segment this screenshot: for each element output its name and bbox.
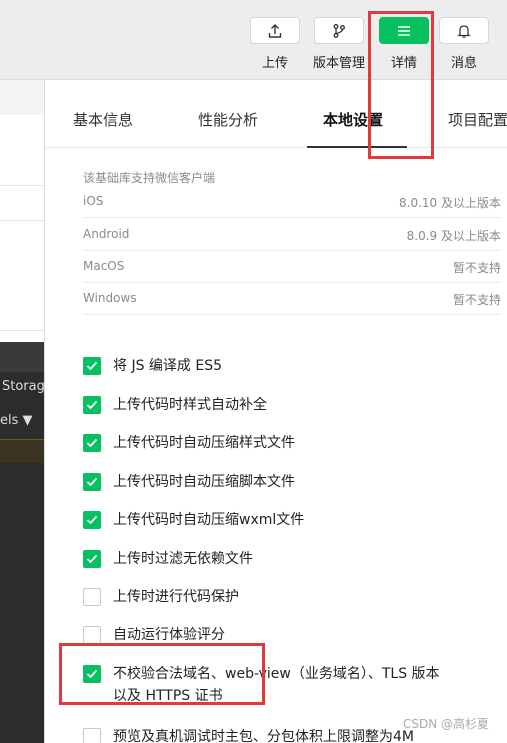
messages-button[interactable]: 消息 — [437, 17, 491, 71]
option-label: 上传代码时自动压缩样式文件 — [113, 435, 295, 451]
upload-icon — [250, 17, 300, 44]
checkbox-checked[interactable] — [83, 550, 101, 568]
editor-tabbar — [0, 80, 44, 115]
upload-label: 上传 — [261, 56, 288, 71]
divider — [0, 185, 44, 186]
option-label: 上传代码时样式自动补全 — [113, 397, 267, 413]
details-tabs: 基本信息 性能分析 本地设置 项目配置 — [45, 80, 507, 148]
version-management-label: 版本管理 — [312, 56, 365, 71]
platform-version: 8.0.9 及以上版本 — [406, 229, 501, 243]
platform-version: 8.0.10 及以上版本 — [399, 196, 501, 210]
checkbox-checked[interactable] — [83, 434, 101, 452]
platform-version: 暂不支持 — [452, 293, 501, 307]
levels-dropdown[interactable]: els ▼ — [0, 413, 33, 428]
option-minify-script[interactable]: 上传代码时自动压缩脚本文件 — [83, 473, 453, 493]
checkbox-unchecked[interactable] — [83, 626, 101, 644]
option-filter-unused[interactable]: 上传时过滤无依赖文件 — [83, 550, 453, 570]
option-label: 上传代码时自动压缩脚本文件 — [113, 474, 295, 490]
warning-row — [0, 439, 44, 463]
option-package-limit-4m[interactable]: 预览及真机调试时主包、分包体积上限调整为4M — [83, 728, 453, 743]
platform-name: iOS — [83, 194, 104, 208]
devtools-panel — [0, 342, 44, 743]
bell-icon — [439, 17, 489, 44]
platform-name: Android — [83, 227, 130, 241]
version-management-button[interactable]: 版本管理 — [312, 17, 366, 71]
tab-basic-info[interactable]: 基本信息 — [73, 109, 133, 130]
option-minify-style[interactable]: 上传代码时自动压缩样式文件 — [83, 434, 453, 454]
checkbox-checked[interactable] — [83, 396, 101, 414]
devtools-tabbar — [0, 342, 44, 372]
version-row-windows: Windows 暂不支持 — [83, 283, 501, 315]
divider — [0, 330, 44, 331]
option-minify-wxml[interactable]: 上传代码时自动压缩wxml文件 — [83, 511, 453, 531]
watermark: CSDN @高杉夏 — [402, 717, 489, 731]
platform-version: 暂不支持 — [452, 261, 501, 275]
checkbox-checked[interactable] — [83, 473, 101, 491]
upload-button[interactable]: 上传 — [248, 17, 302, 71]
option-label: 上传代码时自动压缩wxml文件 — [113, 512, 305, 528]
library-support-title: 该基础库支持微信客户端 — [83, 171, 216, 185]
option-style-autoprefix[interactable]: 上传代码时样式自动补全 — [83, 396, 453, 416]
highlight-box-details — [368, 11, 434, 159]
option-label: 上传时过滤无依赖文件 — [113, 551, 253, 567]
tab-performance[interactable]: 性能分析 — [198, 109, 258, 130]
platform-name: Windows — [83, 291, 137, 305]
checkbox-checked[interactable] — [83, 357, 101, 375]
branch-icon — [314, 17, 364, 44]
checkbox-unchecked[interactable] — [83, 588, 101, 606]
platform-name: MacOS — [83, 259, 125, 273]
editor-background-pane: Storag els ▼ — [0, 80, 45, 743]
option-compile-es5[interactable]: 将 JS 编译成 ES5 — [83, 357, 453, 377]
checkbox-checked[interactable] — [83, 511, 101, 529]
option-code-protect[interactable]: 上传时进行代码保护 — [83, 588, 453, 608]
tab-project-config[interactable]: 项目配置 — [448, 109, 507, 130]
version-row-ios: iOS 8.0.10 及以上版本 — [83, 186, 501, 218]
checkbox-unchecked[interactable] — [83, 728, 101, 743]
divider — [0, 220, 44, 221]
storage-tab[interactable]: Storag — [2, 379, 45, 394]
highlight-box-domain-option — [59, 643, 265, 705]
version-row-android: Android 8.0.9 及以上版本 — [83, 219, 501, 251]
option-label: 将 JS 编译成 ES5 — [113, 358, 223, 374]
messages-label: 消息 — [450, 56, 477, 71]
option-label: 上传时进行代码保护 — [113, 589, 239, 605]
version-row-macos: MacOS 暂不支持 — [83, 251, 501, 283]
